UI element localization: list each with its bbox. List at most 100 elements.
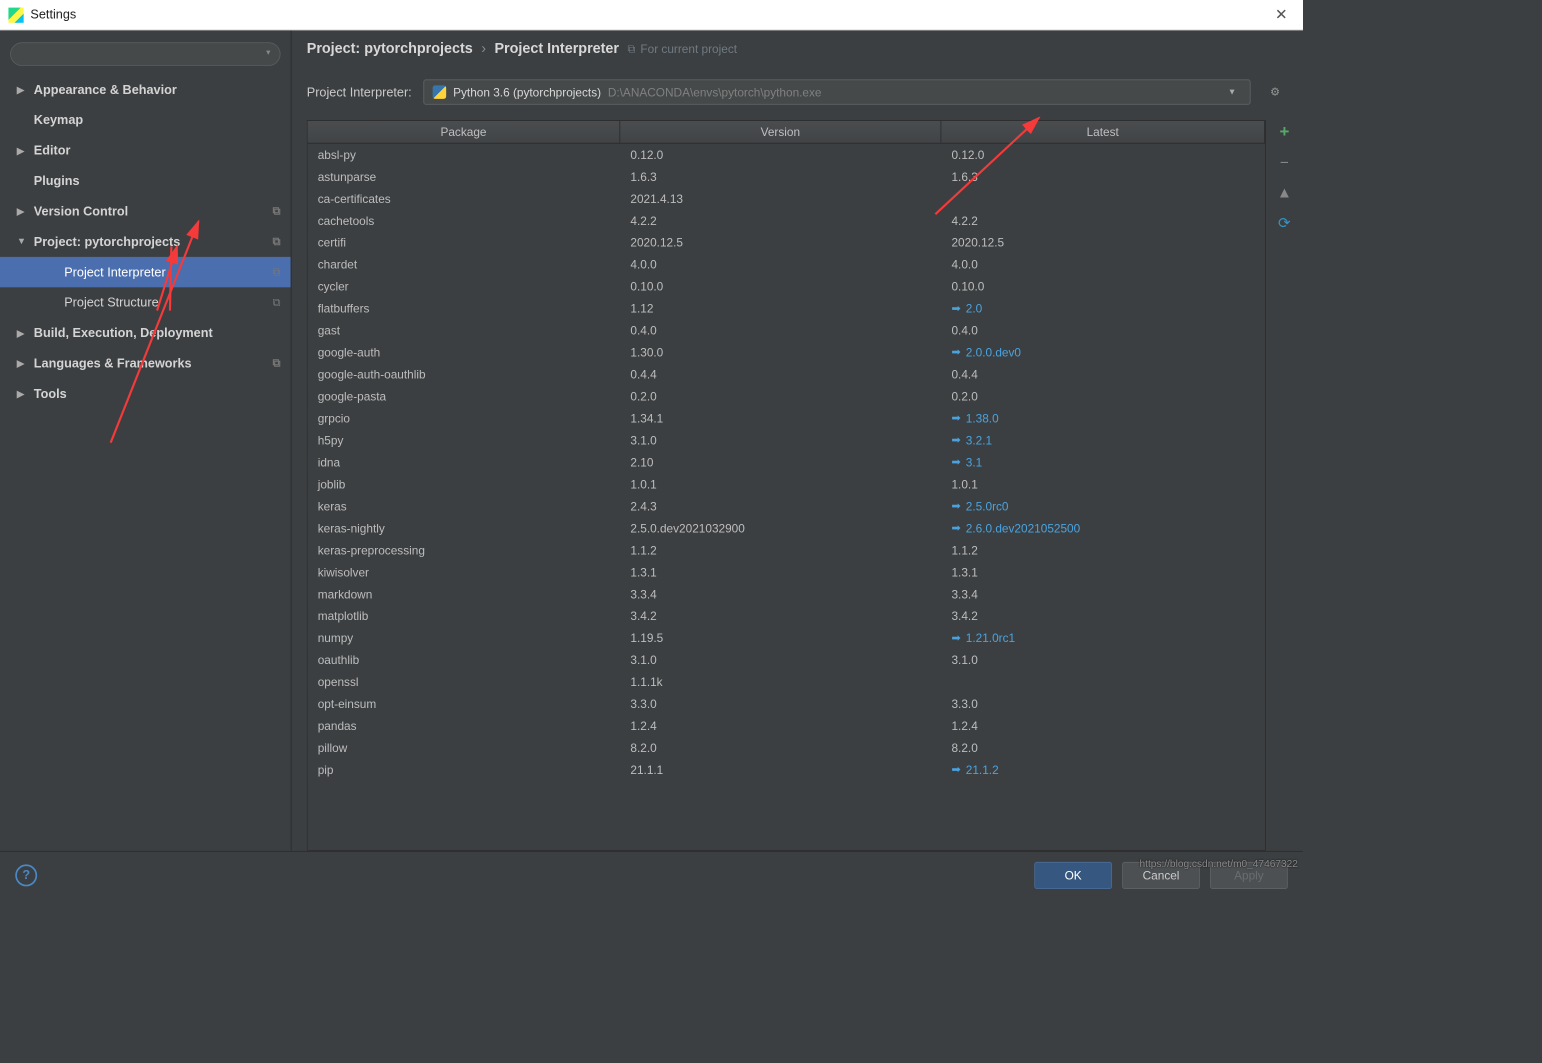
update-arrow-icon: ➡ xyxy=(951,433,960,447)
cell-package: numpy xyxy=(308,627,621,649)
gear-button[interactable]: ⚙ xyxy=(1262,79,1287,104)
chevron-down-icon[interactable]: ▼ xyxy=(1223,87,1242,96)
package-table[interactable]: Package Version Latest absl-py0.12.00.12… xyxy=(307,120,1266,851)
table-row[interactable]: oauthlib3.1.03.1.0 xyxy=(308,649,1265,671)
help-button[interactable]: ? xyxy=(15,864,37,886)
sidebar-item-keymap[interactable]: Keymap xyxy=(0,105,291,135)
table-row[interactable]: markdown3.3.43.3.4 xyxy=(308,583,1265,605)
sidebar-item-languages-frameworks[interactable]: ▶Languages & Frameworks⧉ xyxy=(0,348,291,378)
interpreter-select[interactable]: Python 3.6 (pytorchprojects) D:\ANACONDA… xyxy=(424,79,1251,104)
reload-button[interactable]: ⟳ xyxy=(1273,211,1297,235)
table-row[interactable]: pip21.1.1➡21.1.2 xyxy=(308,759,1265,781)
table-row[interactable]: google-auth1.30.0➡2.0.0.dev0 xyxy=(308,341,1265,363)
table-row[interactable]: h5py3.1.0➡3.2.1 xyxy=(308,429,1265,451)
table-row[interactable]: keras2.4.3➡2.5.0rc0 xyxy=(308,495,1265,517)
cell-package: flatbuffers xyxy=(308,297,621,319)
table-row[interactable]: numpy1.19.5➡1.21.0rc1 xyxy=(308,627,1265,649)
sidebar-item-label: Appearance & Behavior xyxy=(34,82,177,96)
app-icon xyxy=(8,7,23,22)
cell-version: 1.19.5 xyxy=(620,627,941,649)
table-row[interactable]: flatbuffers1.12➡2.0 xyxy=(308,297,1265,319)
copy-icon: ⧉ xyxy=(273,296,281,310)
cell-latest xyxy=(941,194,1265,202)
cell-package: ca-certificates xyxy=(308,188,621,210)
cell-version: 0.2.0 xyxy=(620,385,941,407)
update-arrow-icon: ➡ xyxy=(951,499,960,513)
table-row[interactable]: ca-certificates2021.4.13 xyxy=(308,188,1265,210)
footer: ? OK Cancel Apply xyxy=(0,851,1303,898)
table-row[interactable]: opt-einsum3.3.03.3.0 xyxy=(308,693,1265,715)
table-row[interactable]: pandas1.2.41.2.4 xyxy=(308,715,1265,737)
update-arrow-icon: ➡ xyxy=(951,521,960,535)
breadcrumb-page: Project Interpreter xyxy=(494,41,619,58)
sidebar-item-label: Project Interpreter xyxy=(64,265,165,279)
table-row[interactable]: cycler0.10.00.10.0 xyxy=(308,275,1265,297)
remove-package-button[interactable]: − xyxy=(1273,150,1297,174)
sidebar-item-label: Plugins xyxy=(34,174,80,188)
sidebar-item-project-structure[interactable]: Project Structure ⧉ xyxy=(0,287,291,317)
cell-version: 0.12.0 xyxy=(620,144,941,166)
sidebar-item-tools[interactable]: ▶Tools xyxy=(0,379,291,409)
sidebar-item-label: Project: pytorchprojects xyxy=(34,234,181,248)
update-arrow-icon: ➡ xyxy=(951,412,960,426)
sidebar-item-version-control[interactable]: ▶Version Control⧉ xyxy=(0,196,291,226)
sidebar-item-appearance-behavior[interactable]: ▶Appearance & Behavior xyxy=(0,74,291,104)
update-arrow-icon: ➡ xyxy=(951,455,960,469)
table-row[interactable]: kiwisolver1.3.11.3.1 xyxy=(308,561,1265,583)
cell-package: google-pasta xyxy=(308,385,621,407)
table-row[interactable]: joblib1.0.11.0.1 xyxy=(308,473,1265,495)
cell-package: matplotlib xyxy=(308,605,621,627)
sidebar-item-project-pytorchprojects[interactable]: ▼Project: pytorchprojects⧉ xyxy=(0,226,291,256)
ok-button[interactable]: OK xyxy=(1034,861,1112,888)
cell-package: h5py xyxy=(308,429,621,451)
table-body: absl-py0.12.00.12.0astunparse1.6.31.6.3c… xyxy=(308,144,1265,781)
cell-latest: ➡21.1.2 xyxy=(941,759,1265,781)
header-latest[interactable]: Latest xyxy=(941,121,1265,143)
header-version[interactable]: Version xyxy=(620,121,941,143)
sidebar-item-plugins[interactable]: Plugins xyxy=(0,166,291,196)
table-row[interactable]: keras-preprocessing1.1.21.1.2 xyxy=(308,539,1265,561)
table-row[interactable]: matplotlib3.4.23.4.2 xyxy=(308,605,1265,627)
sidebar-item-label: Keymap xyxy=(34,113,83,127)
table-row[interactable]: google-auth-oauthlib0.4.40.4.4 xyxy=(308,363,1265,385)
close-icon[interactable]: ✕ xyxy=(1268,6,1294,24)
table-row[interactable]: gast0.4.00.4.0 xyxy=(308,319,1265,341)
table-row[interactable]: absl-py0.12.00.12.0 xyxy=(308,144,1265,166)
table-row[interactable]: idna2.10➡3.1 xyxy=(308,451,1265,473)
upgrade-package-button[interactable]: ▲ xyxy=(1273,181,1297,205)
table-row[interactable]: keras-nightly2.5.0.dev2021032900➡2.6.0.d… xyxy=(308,517,1265,539)
search-dropdown-icon[interactable]: ▾ xyxy=(266,48,270,57)
cell-latest: 1.6.3 xyxy=(941,166,1265,188)
cell-version: 2.5.0.dev2021032900 xyxy=(620,517,941,539)
table-row[interactable]: certifi2020.12.52020.12.5 xyxy=(308,232,1265,254)
table-row[interactable]: openssl1.1.1k xyxy=(308,671,1265,693)
cell-latest: 1.1.2 xyxy=(941,539,1265,561)
chevron-right-icon: ▶ xyxy=(17,327,29,338)
sidebar-item-editor[interactable]: ▶Editor xyxy=(0,135,291,165)
cell-latest: ➡1.38.0 xyxy=(941,407,1265,429)
cell-latest: 0.2.0 xyxy=(941,385,1265,407)
table-row[interactable]: google-pasta0.2.00.2.0 xyxy=(308,385,1265,407)
cell-package: idna xyxy=(308,451,621,473)
sidebar-item-label: Project Structure xyxy=(64,295,158,309)
table-row[interactable]: pillow8.2.08.2.0 xyxy=(308,737,1265,759)
cell-version: 2.10 xyxy=(620,451,941,473)
cell-package: pandas xyxy=(308,715,621,737)
cell-version: 1.2.4 xyxy=(620,715,941,737)
table-row[interactable]: chardet4.0.04.0.0 xyxy=(308,254,1265,276)
cell-package: pillow xyxy=(308,737,621,759)
search-input[interactable] xyxy=(10,42,280,66)
main-area: 🔍 ▾ ▶Appearance & BehaviorKeymap▶EditorP… xyxy=(0,30,1303,850)
cell-version: 0.4.0 xyxy=(620,319,941,341)
table-row[interactable]: cachetools4.2.24.2.2 xyxy=(308,210,1265,232)
add-package-button[interactable]: + xyxy=(1273,120,1297,144)
header-package[interactable]: Package xyxy=(308,121,621,143)
cell-version: 1.1.1k xyxy=(620,671,941,693)
sidebar-item-label: Editor xyxy=(34,143,71,157)
table-row[interactable]: grpcio1.34.1➡1.38.0 xyxy=(308,407,1265,429)
watermark: https://blog.csdn.net/m0_47467322 xyxy=(1139,858,1297,870)
cell-package: gast xyxy=(308,319,621,341)
table-row[interactable]: astunparse1.6.31.6.3 xyxy=(308,166,1265,188)
sidebar-item-build-execution-deployment[interactable]: ▶Build, Execution, Deployment xyxy=(0,318,291,348)
sidebar-item-project-interpreter[interactable]: Project Interpreter⧉ xyxy=(0,257,291,287)
